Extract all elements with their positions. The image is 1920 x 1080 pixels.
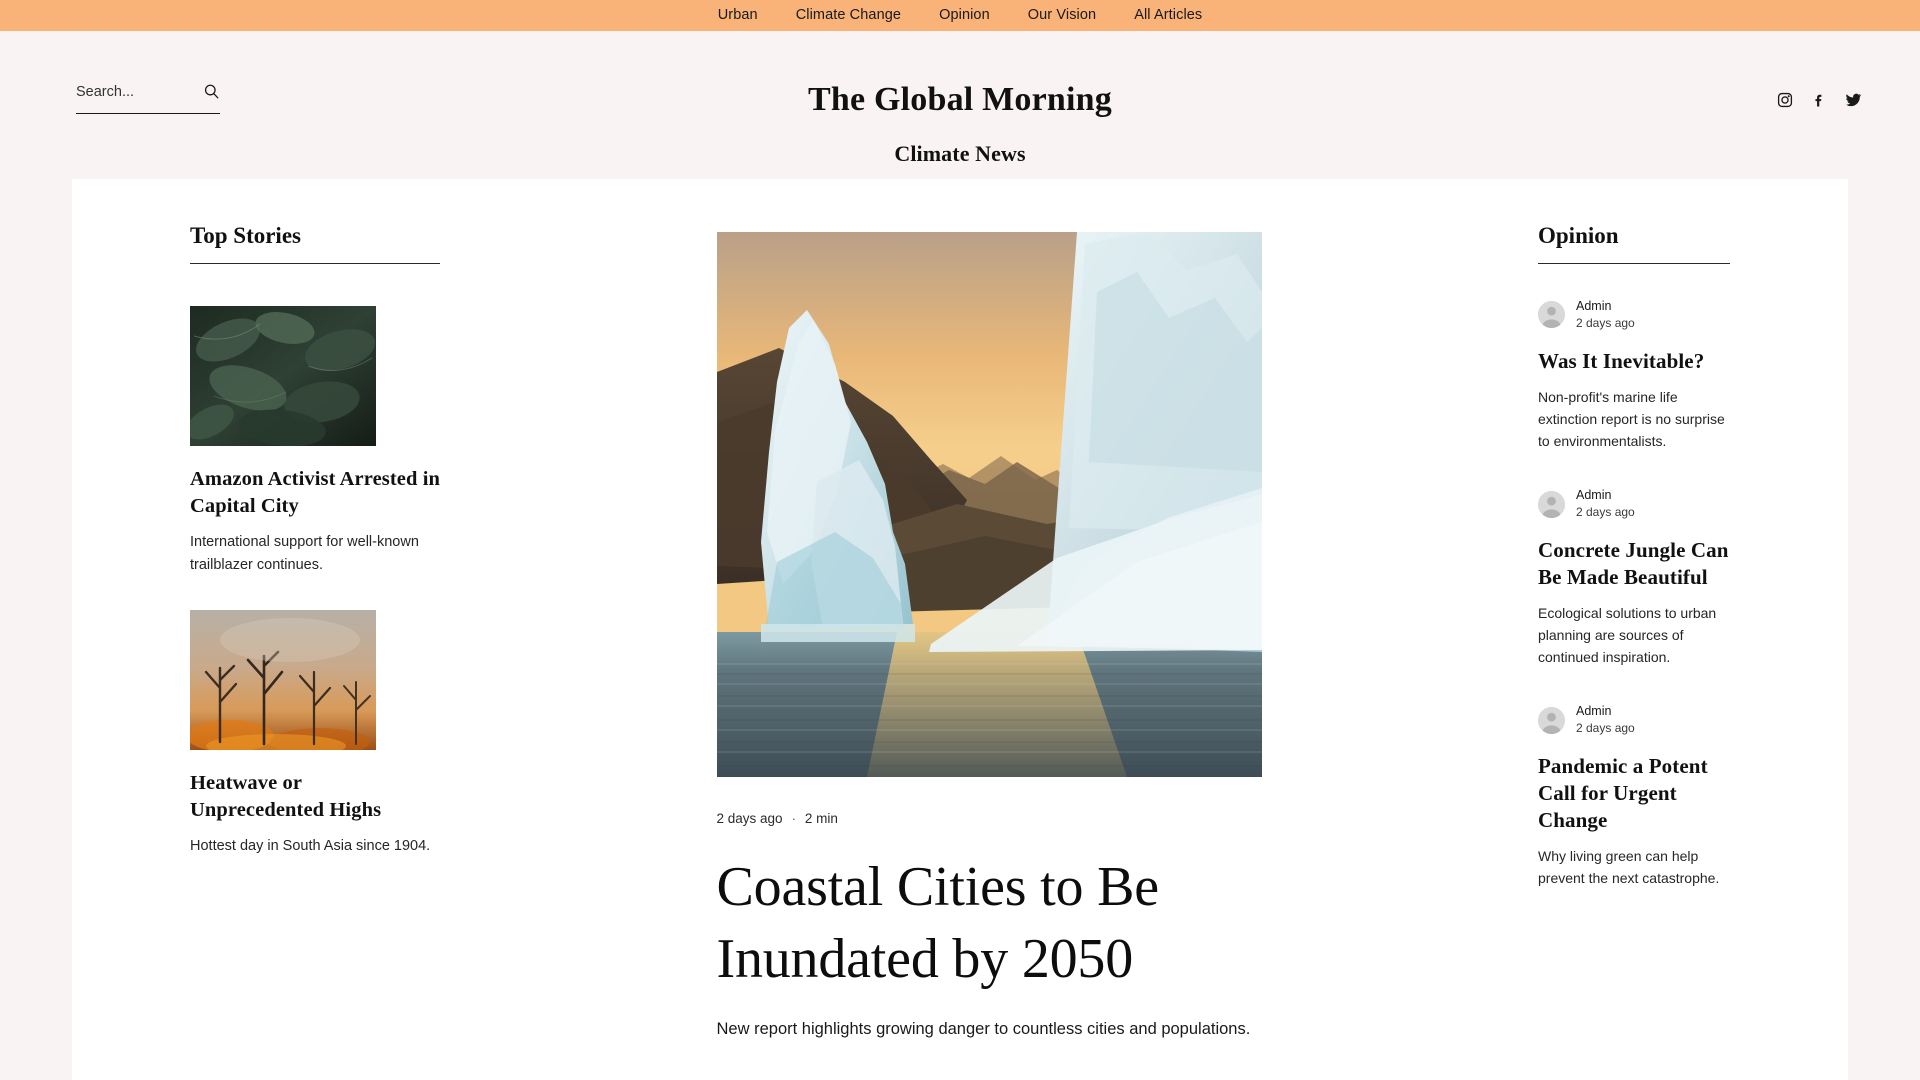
opinion-author-block: Admin 2 days ago [1538,299,1730,330]
feature-meta-separator: · [791,811,796,827]
feature-image[interactable] [716,232,1262,777]
opinion-author-name[interactable]: Admin [1576,704,1635,719]
avatar [1538,706,1565,734]
site-header: The Global Morning Climate News [0,31,1920,179]
brand-block: The Global Morning Climate News [0,83,1920,165]
site-title[interactable]: The Global Morning [0,83,1920,117]
story-excerpt: Hottest day in South Asia since 1904. [190,838,431,854]
story-thumbnail-wildfire[interactable] [190,609,376,750]
nav-item-all-articles[interactable]: All Articles [1134,8,1202,23]
primary-navigation: Urban Climate Change Opinion Our Vision … [0,0,1920,31]
opinion-heading: Opinion [1538,224,1730,264]
opinion-title[interactable]: Concrete Jungle Can Be Made Beautiful [1538,537,1730,591]
opinion-item[interactable]: Admin 2 days ago Concrete Jungle Can Be … [1538,488,1730,668]
opinion-author-block: Admin 2 days ago [1538,704,1730,735]
instagram-icon[interactable] [1777,92,1793,108]
opinion-title[interactable]: Was It Inevitable? [1538,348,1730,375]
feature-title[interactable]: Coastal Cities to Be Inundated by 2050 [717,851,1262,997]
opinion-excerpt: Why living green can help prevent the ne… [1538,847,1720,886]
opinion-title[interactable]: Pandemic a Potent Call for Urgent Change [1538,753,1730,834]
opinion-date: 2 days ago [1576,720,1635,735]
avatar [1538,301,1565,329]
story-title[interactable]: Amazon Activist Arrested in Capital City [190,466,440,520]
top-stories-column: Top Stories Amazon Activist Arrested in … [190,179,440,1080]
nav-item-urban[interactable]: Urban [718,8,758,23]
story-title[interactable]: Heatwave or Unprecedented Highs [190,770,440,824]
story-excerpt: International support for well-known tra… [190,534,419,573]
opinion-item[interactable]: Admin 2 days ago Was It Inevitable? Non-… [1538,299,1730,452]
nav-item-our-vision[interactable]: Our Vision [1028,8,1096,23]
story-thumbnail-leaves[interactable] [190,306,376,446]
facebook-icon[interactable] [1811,92,1827,108]
nav-item-climate-change[interactable]: Climate Change [796,8,901,23]
opinion-column: Opinion Admin 2 days ago Was It Inevitab… [1538,179,1730,1080]
opinion-author-block: Admin 2 days ago [1538,488,1730,519]
opinion-date: 2 days ago [1576,315,1635,330]
site-tagline: Climate News [894,141,1026,166]
nav-item-opinion[interactable]: Opinion [939,8,990,23]
opinion-date: 2 days ago [1576,504,1635,519]
opinion-author-name[interactable]: Admin [1576,488,1635,503]
story-card[interactable]: Amazon Activist Arrested in Capital City… [190,306,440,577]
feature-meta: 2 days ago · 2 min [717,812,1262,826]
opinion-item[interactable]: Admin 2 days ago Pandemic a Potent Call … [1538,704,1730,889]
opinion-author-name[interactable]: Admin [1576,299,1635,314]
feature-date: 2 days ago [716,811,783,826]
avatar [1538,490,1565,518]
social-links [1777,91,1862,108]
feature-read-time: 2 min [804,811,838,826]
top-stories-heading: Top Stories [190,224,440,264]
twitter-icon[interactable] [1845,91,1862,108]
feature-subtitle: New report highlights growing danger to … [716,1020,1251,1039]
opinion-excerpt: Non-profit's marine life extinction repo… [1538,388,1725,450]
feature-article-column: 2 days ago · 2 min Coastal Cities to Be … [716,179,1262,1080]
story-card[interactable]: Heatwave or Unprecedented Highs Hottest … [190,609,440,858]
opinion-excerpt: Ecological solutions to urban planning a… [1538,604,1717,666]
content-sheet: Top Stories Amazon Activist Arrested in … [72,179,1848,1080]
